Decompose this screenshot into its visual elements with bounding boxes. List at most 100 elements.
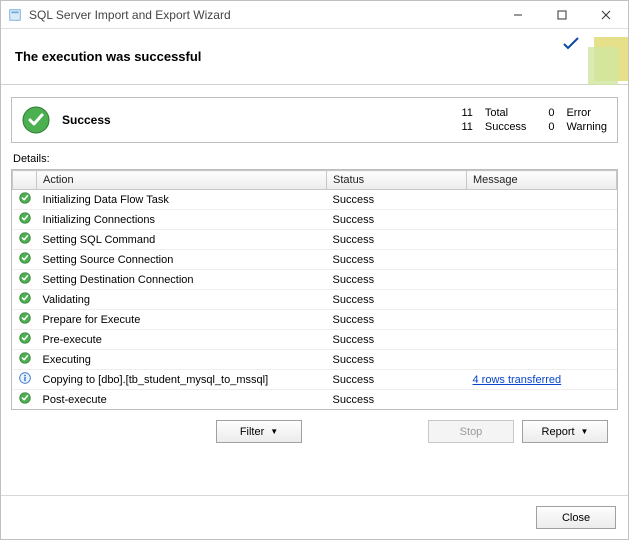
col-icon[interactable]	[13, 171, 37, 190]
table-row[interactable]: Setting Source ConnectionSuccess	[13, 250, 617, 270]
table-row[interactable]: Setting Destination ConnectionSuccess	[13, 270, 617, 290]
status-cell: Success	[327, 270, 467, 290]
summary-box: Success 11 Total 0 Error 11 Success 0 Wa…	[11, 97, 618, 143]
total-count: 11	[457, 107, 473, 119]
button-row: Filter ▼ Stop Report ▼	[11, 410, 618, 451]
message-cell	[467, 330, 617, 350]
check-icon	[13, 190, 37, 210]
error-label: Error	[566, 107, 607, 119]
action-cell: Setting SQL Command	[37, 230, 327, 250]
summary-counts: 11 Total 0 Error 11 Success 0 Warning	[457, 107, 607, 133]
action-cell: Executing	[37, 350, 327, 370]
status-cell: Success	[327, 230, 467, 250]
message-cell	[467, 310, 617, 330]
header-banner: The execution was successful	[1, 29, 628, 85]
check-icon	[13, 230, 37, 250]
message-cell	[467, 350, 617, 370]
check-icon	[13, 290, 37, 310]
message-cell	[467, 250, 617, 270]
check-icon	[13, 350, 37, 370]
warning-label: Warning	[566, 121, 607, 133]
check-icon	[13, 250, 37, 270]
chevron-down-icon: ▼	[581, 427, 589, 436]
action-cell: Copying to [dbo].[tb_student_mysql_to_ms…	[37, 370, 327, 390]
message-cell	[467, 290, 617, 310]
table-row[interactable]: ExecutingSuccess	[13, 350, 617, 370]
check-icon	[13, 310, 37, 330]
action-cell: Initializing Connections	[37, 210, 327, 230]
action-cell: Pre-execute	[37, 330, 327, 350]
status-cell: Success	[327, 290, 467, 310]
maximize-button[interactable]	[540, 1, 584, 29]
action-cell: Post-execute	[37, 390, 327, 410]
status-cell: Success	[327, 210, 467, 230]
action-cell: Prepare for Execute	[37, 310, 327, 330]
col-message[interactable]: Message	[467, 171, 617, 190]
stop-label: Stop	[460, 426, 483, 438]
filter-label: Filter	[240, 426, 264, 438]
table-row[interactable]: Setting SQL CommandSuccess	[13, 230, 617, 250]
app-icon	[7, 7, 23, 23]
chevron-down-icon: ▼	[270, 427, 278, 436]
check-icon	[13, 210, 37, 230]
message-cell	[467, 230, 617, 250]
minimize-button[interactable]	[496, 1, 540, 29]
message-cell	[467, 390, 617, 410]
col-status[interactable]: Status	[327, 171, 467, 190]
table-row[interactable]: Copying to [dbo].[tb_student_mysql_to_ms…	[13, 370, 617, 390]
message-cell	[467, 190, 617, 210]
status-cell: Success	[327, 350, 467, 370]
close-label: Close	[562, 512, 590, 524]
message-link[interactable]: 4 rows transferred	[473, 374, 562, 386]
error-count: 0	[538, 107, 554, 119]
status-cell: Success	[327, 330, 467, 350]
table-row[interactable]: Initializing Data Flow TaskSuccess	[13, 190, 617, 210]
table-row[interactable]: Pre-executeSuccess	[13, 330, 617, 350]
status-cell: Success	[327, 390, 467, 410]
footer: Close	[1, 495, 628, 539]
table-row[interactable]: Prepare for ExecuteSuccess	[13, 310, 617, 330]
content-area: Success 11 Total 0 Error 11 Success 0 Wa…	[1, 85, 628, 495]
window-title: SQL Server Import and Export Wizard	[29, 8, 496, 22]
success-label: Success	[485, 121, 527, 133]
action-cell: Setting Source Connection	[37, 250, 327, 270]
table-row[interactable]: Initializing ConnectionsSuccess	[13, 210, 617, 230]
filter-button[interactable]: Filter ▼	[216, 420, 302, 443]
check-icon	[13, 390, 37, 410]
execution-subtitle: The execution was successful	[15, 49, 201, 64]
action-cell: Setting Destination Connection	[37, 270, 327, 290]
table-row[interactable]: Post-executeSuccess	[13, 390, 617, 410]
banner-decor-icon	[588, 29, 628, 85]
details-table: Action Status Message Initializing Data …	[11, 169, 618, 410]
success-count: 11	[457, 121, 473, 133]
wizard-window: SQL Server Import and Export Wizard The …	[0, 0, 629, 540]
table-header-row: Action Status Message	[13, 171, 617, 190]
success-icon	[22, 106, 50, 134]
message-cell	[467, 210, 617, 230]
total-label: Total	[485, 107, 527, 119]
warning-count: 0	[538, 121, 554, 133]
check-icon	[13, 270, 37, 290]
banner-check-icon	[562, 37, 580, 56]
window-controls	[496, 1, 628, 29]
close-window-button[interactable]	[584, 1, 628, 29]
info-icon	[13, 370, 37, 390]
action-cell: Validating	[37, 290, 327, 310]
title-bar: SQL Server Import and Export Wizard	[1, 1, 628, 29]
message-cell: 4 rows transferred	[467, 370, 617, 390]
check-icon	[13, 330, 37, 350]
close-button[interactable]: Close	[536, 506, 616, 529]
details-label: Details:	[13, 153, 616, 165]
summary-status: Success	[62, 113, 111, 127]
status-cell: Success	[327, 190, 467, 210]
report-label: Report	[542, 426, 575, 438]
col-action[interactable]: Action	[37, 171, 327, 190]
report-button[interactable]: Report ▼	[522, 420, 608, 443]
status-cell: Success	[327, 250, 467, 270]
table-row[interactable]: ValidatingSuccess	[13, 290, 617, 310]
action-cell: Initializing Data Flow Task	[37, 190, 327, 210]
stop-button: Stop	[428, 420, 514, 443]
status-cell: Success	[327, 310, 467, 330]
status-cell: Success	[327, 370, 467, 390]
message-cell	[467, 270, 617, 290]
